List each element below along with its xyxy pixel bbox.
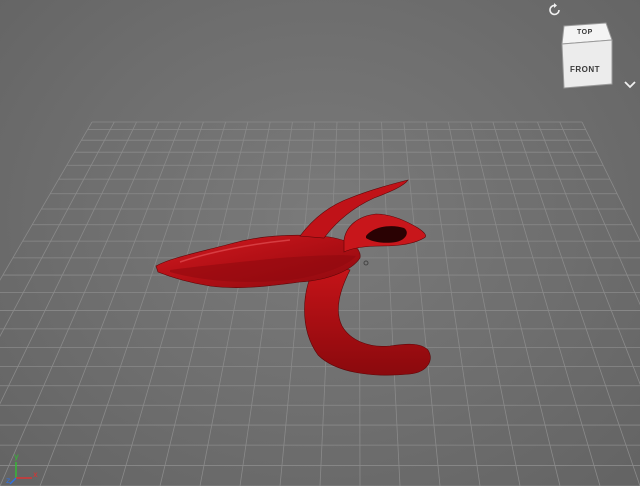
grid-line-vertical — [79, 121, 204, 486]
model-tail — [304, 261, 431, 376]
grid-line-vertical — [39, 121, 182, 486]
grid-line-vertical — [381, 121, 401, 486]
axis-triad: y x z — [6, 452, 46, 486]
z-axis-line — [9, 477, 17, 485]
3d-viewport[interactable]: TOP FRONT y x z — [0, 0, 640, 486]
viewcube-top-label: TOP — [577, 29, 593, 36]
grid-line-vertical — [581, 121, 640, 242]
chevron-down-icon[interactable] — [623, 79, 637, 91]
viewcube-front-label: FRONT — [570, 65, 601, 74]
grid-line-vertical — [358, 121, 361, 486]
viewcube[interactable]: TOP FRONT — [558, 18, 618, 92]
grid-line-vertical — [559, 121, 640, 306]
grid-line-vertical — [0, 121, 115, 337]
pivot-point — [363, 260, 369, 266]
grid-line-vertical — [0, 121, 160, 486]
z-axis-label: z — [6, 476, 11, 485]
home-orbit-icon[interactable] — [547, 2, 563, 18]
x-axis-label: x — [33, 470, 38, 479]
grid-line-vertical — [239, 121, 293, 486]
grid-line-vertical — [514, 121, 640, 486]
grid-line-vertical — [0, 121, 93, 281]
scene-canvas[interactable] — [0, 0, 640, 486]
grid-line-vertical — [0, 121, 137, 405]
y-axis-label: y — [14, 452, 19, 461]
grid-line-vertical — [537, 121, 640, 385]
viewcube-front-face[interactable] — [561, 39, 613, 89]
